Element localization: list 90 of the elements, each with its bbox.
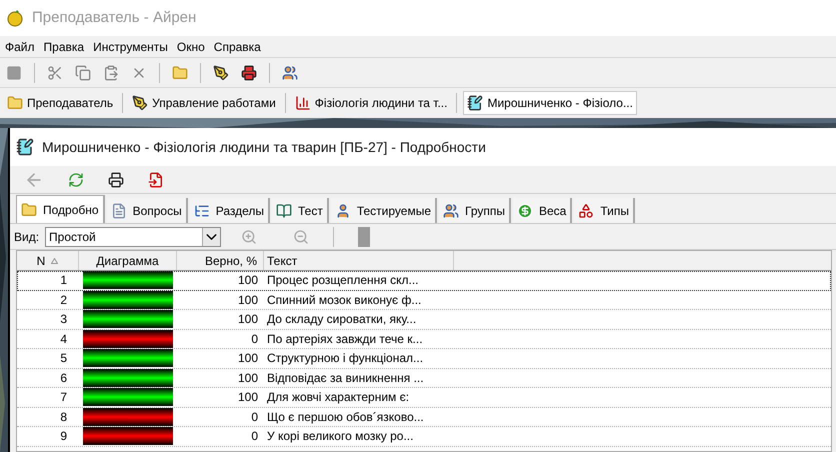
paste-icon[interactable] [103, 64, 119, 80]
folder-icon [7, 95, 23, 111]
column-button[interactable] [358, 226, 370, 246]
table-row[interactable]: 3 100 До складу сироватки, яку... [17, 310, 831, 330]
percent-cell-text: 100 [236, 272, 259, 290]
menu-item[interactable]: Окно [176, 38, 205, 56]
copy-icon[interactable] [75, 64, 91, 80]
window-tab[interactable]: Преподаватель [4, 91, 116, 115]
shapes-icon [578, 202, 594, 218]
menu-item[interactable]: Справка [214, 38, 261, 56]
zoom-in-icon[interactable] [241, 228, 258, 244]
text-cell-text: У корі великого мозку ро... [266, 428, 414, 446]
number-cell-text: 9 [59, 428, 68, 446]
users-icon [282, 64, 298, 80]
table-row[interactable]: 8 0 Що є першою обов´язково... [17, 408, 831, 427]
folder-icon [21, 202, 37, 218]
column-header[interactable]: N [17, 251, 79, 270]
table-row[interactable]: 4 0 По артеріях завжди тече к... [17, 330, 831, 349]
number-cell-text: 7 [59, 389, 68, 406]
printer-icon[interactable] [241, 64, 257, 80]
page-icon [110, 202, 127, 218]
stop-icon[interactable] [6, 64, 22, 80]
users-icon [443, 202, 459, 218]
number-cell-text: 3 [59, 311, 68, 328]
window-title: Преподаватель - Айрен [32, 8, 196, 28]
user-icon [334, 202, 351, 218]
window-tab[interactable]: Фізіологія людини та т... [292, 91, 450, 115]
percent-cell-text: 100 [236, 311, 259, 328]
folder-icon [172, 64, 188, 80]
pen-icon [132, 95, 148, 111]
percent-cell-text: 0 [250, 428, 259, 446]
number-cell-text: 5 [59, 350, 68, 368]
window-tab[interactable]: Мирошниченко - Фізіоло... [463, 91, 637, 115]
refresh-icon[interactable] [68, 172, 84, 188]
tab[interactable]: Разделы [190, 198, 270, 223]
printer-icon[interactable] [108, 172, 124, 188]
percent-cell-text: 100 [236, 350, 259, 368]
zoom-out-icon[interactable] [293, 228, 310, 244]
percent-cell-text: 100 [236, 370, 259, 387]
menu-item[interactable]: Инструменты [93, 38, 168, 56]
table-row[interactable]: 2 100 Спинний мозок виконує ф... [17, 290, 831, 310]
text-cell-text: Спинний мозок виконує ф... [266, 292, 422, 309]
percent-cell-text: 100 [236, 292, 259, 309]
cut-icon[interactable] [47, 64, 63, 80]
text-cell-text: Процес розщеплення скл... [266, 272, 420, 290]
text-cell-text: До складу сироватки, яку... [266, 311, 418, 328]
export-icon[interactable] [148, 172, 164, 188]
chart-icon [294, 95, 311, 111]
column-header[interactable]: Диаграмма [79, 251, 177, 270]
number-cell-text: 8 [59, 408, 68, 426]
app-logo-icon [6, 9, 24, 27]
number-cell-text: 4 [59, 330, 68, 348]
text-cell-text: Для жовчі характерним є: [266, 389, 410, 406]
number-cell-text: 1 [59, 272, 68, 290]
table-row[interactable]: 1 100 Процес розщеплення скл... [17, 271, 831, 290]
tab[interactable]: Веса [512, 198, 572, 223]
menu-item[interactable]: Правка [44, 38, 84, 56]
table-row[interactable]: 7 100 Для жовчі характерним є: [17, 388, 831, 408]
tree-icon [194, 202, 210, 218]
tab[interactable]: Группы [439, 198, 511, 223]
percent-cell-text: 0 [250, 408, 259, 426]
pen-icon [213, 64, 229, 80]
number-cell-text: 6 [59, 370, 68, 387]
notepad-icon [467, 95, 484, 111]
percent-cell-text: 100 [236, 389, 259, 406]
tab[interactable]: Вопросы [106, 198, 188, 223]
text-cell-text: Відповідає за виникнення ... [266, 370, 425, 387]
menu-item[interactable]: Файл [5, 38, 35, 56]
window-tab[interactable]: Управление работами [129, 91, 279, 115]
column-header[interactable]: Верно, % [177, 251, 264, 270]
column-header[interactable]: Текст [264, 251, 454, 270]
percent-cell-text: 0 [250, 330, 259, 348]
tab[interactable]: Подробно [16, 195, 105, 223]
view-dropdown[interactable]: Простой [45, 226, 222, 246]
number-cell-text: 2 [59, 292, 68, 309]
view-label: Вид: [14, 228, 40, 246]
tab[interactable]: Тестируемые [330, 198, 437, 223]
book-icon [276, 202, 292, 218]
table-row[interactable]: 5 100 Структурною і функціонал... [17, 349, 831, 368]
notepad-icon [16, 138, 34, 156]
table-row[interactable]: 9 0 У корі великого мозку ро... [17, 427, 831, 446]
dollar-icon [516, 202, 533, 218]
text-cell-text: По артеріях завжди тече к... [266, 330, 424, 348]
tab[interactable]: Типы [574, 198, 635, 223]
text-cell-text: Що є першою обов´язково... [266, 408, 425, 426]
table-row[interactable]: 6 100 Відповідає за виникнення ... [17, 368, 831, 388]
sort-arrow-icon [51, 258, 58, 264]
document-title: Мирошниченко - Фізіологія людини та тварин [ПБ-27] - Подробности [42, 138, 486, 157]
tab[interactable]: Тест [272, 198, 329, 223]
text-cell-text: Структурною і функціонал... [266, 350, 424, 368]
